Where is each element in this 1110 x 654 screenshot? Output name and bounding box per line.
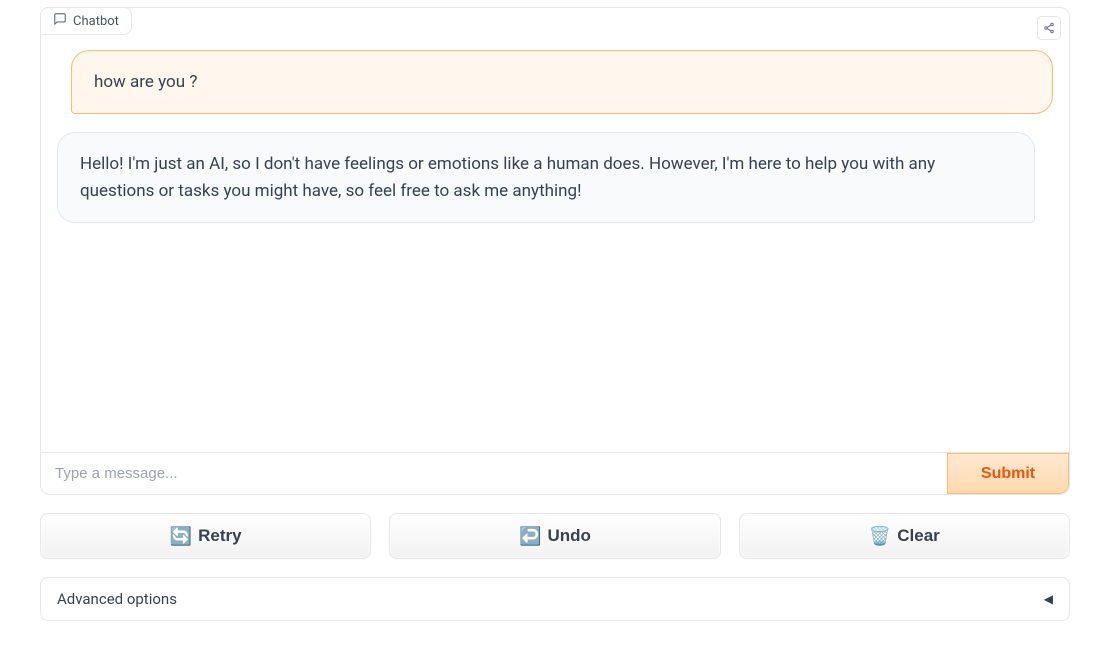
advanced-options-label: Advanced options [57,590,177,608]
undo-button[interactable]: ↩️ Undo [389,513,720,559]
app-root: Chatbot how are you ? Hello! I'm just an… [0,7,1110,621]
assistant-message: Hello! I'm just an AI, so I don't have f… [57,132,1035,223]
messages-area: how are you ? Hello! I'm just an AI, so … [41,8,1069,452]
user-message-text: how are you ? [94,72,197,92]
retry-label: Retry [198,526,241,546]
input-row: Submit [41,452,1069,494]
submit-button[interactable]: Submit [947,453,1069,494]
share-icon [1043,19,1055,38]
message-input[interactable] [41,453,947,494]
advanced-options-toggle[interactable]: Advanced options ◀ [40,577,1070,621]
actions-row: 🔄 Retry ↩️ Undo 🗑️ Clear [40,513,1070,559]
chat-icon [53,12,67,30]
chevron-left-icon: ◀ [1044,592,1053,606]
undo-icon: ↩️ [519,527,541,545]
user-message: how are you ? [71,50,1053,114]
retry-button[interactable]: 🔄 Retry [40,513,371,559]
chat-panel: Chatbot how are you ? Hello! I'm just an… [40,7,1070,495]
chatbot-tab-label: Chatbot [73,14,119,29]
share-button[interactable] [1037,16,1061,40]
chatbot-tab: Chatbot [40,7,132,35]
assistant-message-text: Hello! I'm just an AI, so I don't have f… [80,154,935,200]
clear-icon: 🗑️ [869,527,891,545]
clear-button[interactable]: 🗑️ Clear [739,513,1070,559]
clear-label: Clear [897,526,940,546]
undo-label: Undo [547,526,590,546]
retry-icon: 🔄 [170,527,192,545]
